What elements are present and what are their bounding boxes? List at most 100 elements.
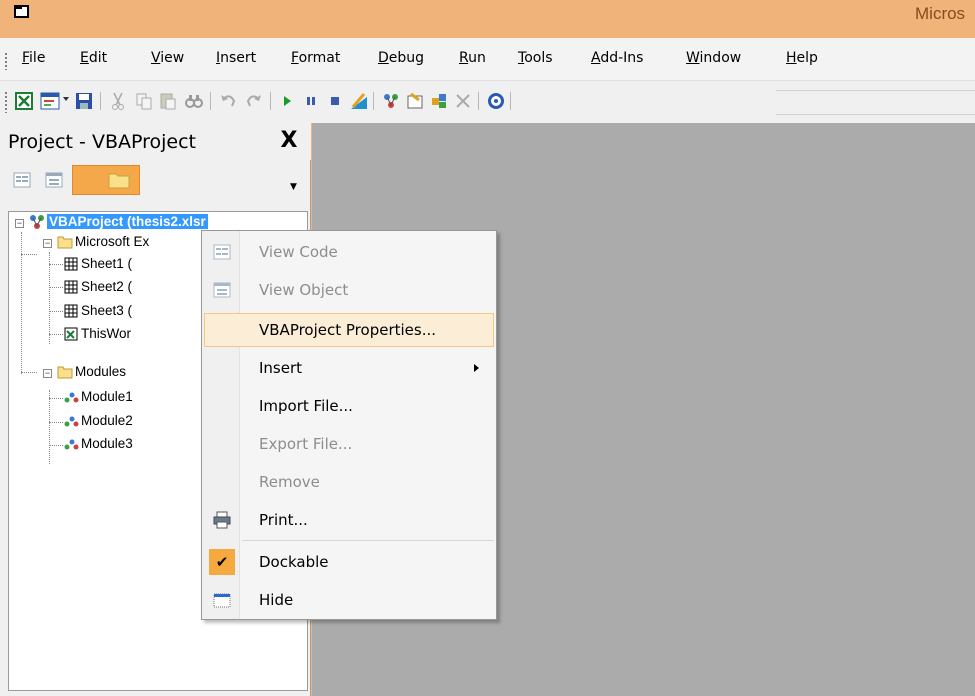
toolbox-icon[interactable] xyxy=(453,91,473,111)
save-icon[interactable] xyxy=(74,91,94,111)
module-icon xyxy=(64,439,79,450)
menu-item-properties[interactable]: VBAProject Properties... xyxy=(204,313,494,347)
tree-label: Sheet1 ( xyxy=(81,256,133,271)
menu-insert[interactable]: Insert xyxy=(216,50,256,66)
excel-icon[interactable] xyxy=(14,91,34,111)
design-mode-icon[interactable] xyxy=(349,91,369,111)
menu-item-export-file[interactable]: Export File... xyxy=(204,427,494,461)
folder-icon xyxy=(108,173,130,189)
menu-item-view-code[interactable]: View Code xyxy=(204,235,494,269)
chevron-down-icon[interactable]: ▼ xyxy=(290,182,297,192)
collapse-icon[interactable]: − xyxy=(15,219,24,228)
menu-debug[interactable]: Debug xyxy=(378,50,424,66)
pause-icon[interactable] xyxy=(301,91,321,111)
toolbar-separator xyxy=(510,92,511,110)
tree-label: Module3 xyxy=(81,436,133,451)
tree-line xyxy=(49,311,63,312)
copy-icon[interactable] xyxy=(134,91,154,111)
toolbar-line xyxy=(776,90,975,91)
toggle-folders-button[interactable] xyxy=(72,165,140,195)
menu-label: Import File... xyxy=(259,397,353,415)
tree-label: ThisWor xyxy=(81,326,132,341)
undo-icon[interactable] xyxy=(218,91,238,111)
menu-label: View Code xyxy=(259,243,338,261)
standard-toolbar xyxy=(0,81,975,123)
insert-userform-icon[interactable] xyxy=(40,91,60,111)
tree-node-vbaproject[interactable]: − VBAProject (thesis2.xlsr xyxy=(9,212,307,232)
close-icon[interactable]: X xyxy=(275,130,303,154)
worksheet-icon xyxy=(64,257,78,271)
worksheet-icon xyxy=(64,304,78,318)
run-icon[interactable] xyxy=(277,91,297,111)
tree-line xyxy=(21,254,37,255)
menu-item-dockable[interactable]: ✔ Dockable xyxy=(204,545,494,579)
paste-icon[interactable] xyxy=(158,91,178,111)
tree-label: Microsoft Ex xyxy=(75,234,150,249)
toolbar-separator xyxy=(478,92,479,110)
workbook-icon xyxy=(64,327,78,341)
properties-window-icon[interactable] xyxy=(405,91,425,111)
module-icon xyxy=(64,392,79,403)
menu-file[interactable]: File xyxy=(22,50,45,66)
toolbar-grip[interactable] xyxy=(4,91,8,113)
object-browser-icon[interactable] xyxy=(429,91,449,111)
menu-item-import-file[interactable]: Import File... xyxy=(204,389,494,423)
tree-label: Modules xyxy=(75,364,127,379)
menu-label: Insert xyxy=(259,359,303,377)
menu-label: Export File... xyxy=(259,435,353,453)
folder-icon xyxy=(57,236,73,249)
help-icon[interactable] xyxy=(486,91,506,111)
redo-icon[interactable] xyxy=(244,91,264,111)
menu-add-ins[interactable]: Add-Ins xyxy=(591,50,643,66)
tree-line xyxy=(49,398,63,399)
view-code-icon[interactable] xyxy=(10,168,34,192)
menu-item-print[interactable]: Print... xyxy=(204,503,494,537)
menu-label: Hide xyxy=(259,591,294,609)
panel-title: Project - VBAProject xyxy=(8,131,196,153)
tree-line xyxy=(49,287,63,288)
menu-run[interactable]: Run xyxy=(459,50,486,66)
menu-label: VBAProject Properties... xyxy=(259,321,437,339)
menu-edit[interactable]: Edit xyxy=(80,50,107,66)
toolbar-line xyxy=(776,114,975,115)
menu-view[interactable]: View xyxy=(151,50,184,66)
menubar-grip[interactable] xyxy=(4,52,8,70)
app-icon[interactable] xyxy=(14,5,29,18)
tree-label: Sheet2 ( xyxy=(81,279,133,294)
view-code-icon xyxy=(213,244,231,260)
title-bar: Micros xyxy=(0,0,975,38)
menu-label: Print... xyxy=(259,511,308,529)
menu-label: Remove xyxy=(259,473,320,491)
menu-format[interactable]: Format xyxy=(291,50,340,66)
toolbar-separator xyxy=(373,92,374,110)
menu-label: Dockable xyxy=(259,553,329,571)
tree-line xyxy=(49,252,50,344)
context-menu: View Code View Object VBAProject Propert… xyxy=(201,230,497,620)
toolbar-separator xyxy=(270,92,271,110)
vbaproject-icon xyxy=(30,215,44,229)
check-icon: ✔ xyxy=(209,549,235,575)
chevron-down-icon[interactable] xyxy=(63,97,69,101)
tree-line xyxy=(49,445,63,446)
tree-line xyxy=(49,390,50,464)
tree-line xyxy=(21,372,37,373)
menu-item-remove[interactable]: Remove xyxy=(204,465,494,499)
menu-tools[interactable]: Tools xyxy=(518,50,553,66)
view-object-icon[interactable] xyxy=(42,168,66,192)
menu-window[interactable]: Window xyxy=(686,50,741,66)
menu-help[interactable]: Help xyxy=(786,50,818,66)
menu-label: View Object xyxy=(259,281,349,299)
stop-icon[interactable] xyxy=(325,91,345,111)
menu-item-insert[interactable]: Insert xyxy=(204,351,494,385)
collapse-icon[interactable]: − xyxy=(43,369,52,378)
cut-icon[interactable] xyxy=(108,91,128,111)
tree-line xyxy=(49,334,63,335)
find-icon[interactable] xyxy=(184,91,204,111)
menu-item-hide[interactable]: Hide xyxy=(204,583,494,617)
project-explorer-icon[interactable] xyxy=(381,91,401,111)
menu-item-view-object[interactable]: View Object xyxy=(204,273,494,307)
toolbar-separator xyxy=(100,92,101,110)
tree-label: Module2 xyxy=(81,413,133,428)
collapse-icon[interactable]: − xyxy=(43,239,52,248)
hide-window-icon xyxy=(213,593,231,608)
